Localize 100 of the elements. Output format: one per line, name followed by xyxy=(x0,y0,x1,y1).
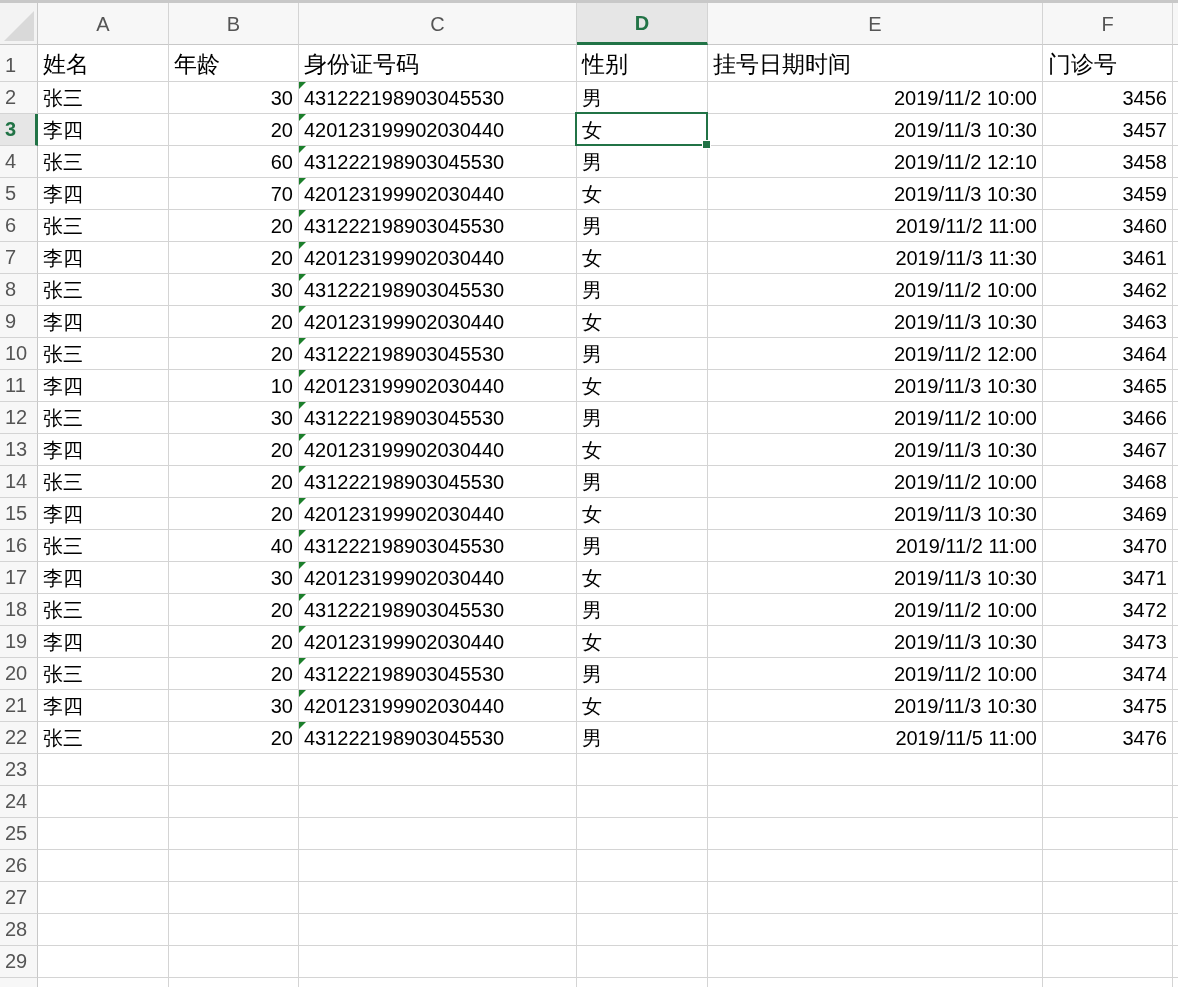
table-cell: 男 xyxy=(582,86,602,111)
table-cell: 2019/11/3 10:30 xyxy=(893,310,1037,335)
table-cell: 20 xyxy=(270,118,293,143)
table-cell: 张三 xyxy=(43,86,83,111)
table-cell: 3457 xyxy=(1122,118,1167,143)
table-cell: 2019/11/2 10:00 xyxy=(893,278,1037,303)
row-header[interactable]: 8 xyxy=(0,274,38,306)
row-header[interactable]: 29 xyxy=(0,946,38,978)
table-cell: 2019/11/2 11:00 xyxy=(895,214,1037,239)
row-header[interactable]: 19 xyxy=(0,626,38,658)
row-header[interactable]: 24 xyxy=(0,786,38,818)
table-cell: 3458 xyxy=(1122,150,1167,175)
table-cell: 男 xyxy=(582,534,602,559)
row-header[interactable]: 4 xyxy=(0,146,38,178)
row-header[interactable]: 7 xyxy=(0,242,38,274)
row-header[interactable]: 15 xyxy=(0,498,38,530)
table-cell: 2019/11/2 10:00 xyxy=(893,86,1037,111)
table-cell: 3467 xyxy=(1122,438,1167,463)
table-cell: 男 xyxy=(582,726,602,751)
column-header[interactable]: D xyxy=(577,3,708,45)
table-cell: 李四 xyxy=(43,694,83,719)
row-header[interactable]: 26 xyxy=(0,850,38,882)
table-cell: 2019/11/3 10:30 xyxy=(893,182,1037,207)
table-cell: 3476 xyxy=(1122,726,1167,751)
row-header[interactable]: 16 xyxy=(0,530,38,562)
table-cell: 女 xyxy=(582,502,602,527)
table-cell: 420123199902030440 xyxy=(304,502,505,527)
table-cell: 张三 xyxy=(43,278,83,303)
table-cell: 张三 xyxy=(43,342,83,367)
table-cell: 女 xyxy=(582,630,602,655)
error-indicator-icon xyxy=(299,626,306,633)
table-cell: 2019/11/2 10:00 xyxy=(893,598,1037,623)
table-cell: 2019/11/2 12:10 xyxy=(893,150,1037,175)
row-header[interactable]: 25 xyxy=(0,818,38,850)
row-header[interactable]: 3 xyxy=(0,114,38,146)
error-indicator-icon xyxy=(299,690,306,697)
error-indicator-icon xyxy=(299,498,306,505)
error-indicator-icon xyxy=(299,146,306,153)
row-header[interactable]: 14 xyxy=(0,466,38,498)
error-indicator-icon xyxy=(299,242,306,249)
row-header[interactable]: 12 xyxy=(0,402,38,434)
row-header[interactable]: 18 xyxy=(0,594,38,626)
table-cell: 420123199902030440 xyxy=(304,182,505,207)
row-header[interactable]: 21 xyxy=(0,690,38,722)
table-cell: 3461 xyxy=(1122,246,1167,271)
table-cell: 431222198903045530 xyxy=(304,86,505,111)
row-header[interactable]: 28 xyxy=(0,914,38,946)
table-cell: 3456 xyxy=(1122,86,1167,111)
error-indicator-icon xyxy=(299,306,306,313)
row-header[interactable]: 17 xyxy=(0,562,38,594)
column-header[interactable]: B xyxy=(169,3,299,45)
table-cell: 2019/11/3 10:30 xyxy=(893,566,1037,591)
table-cell: 420123199902030440 xyxy=(304,566,505,591)
table-cell: 420123199902030440 xyxy=(304,630,505,655)
row-header[interactable]: 20 xyxy=(0,658,38,690)
row-header[interactable]: 13 xyxy=(0,434,38,466)
row-header[interactable]: 5 xyxy=(0,178,38,210)
row-header[interactable]: 10 xyxy=(0,338,38,370)
column-header[interactable]: F xyxy=(1043,3,1173,45)
row-header[interactable]: 23 xyxy=(0,754,38,786)
table-cell: 3463 xyxy=(1122,310,1167,335)
table-cell: 2019/11/3 10:30 xyxy=(893,438,1037,463)
table-cell: 男 xyxy=(582,278,602,303)
table-cell: 男 xyxy=(582,406,602,431)
column-header[interactable]: A xyxy=(38,3,169,45)
table-cell: 张三 xyxy=(43,406,83,431)
table-cell: 431222198903045530 xyxy=(304,406,505,431)
table-cell: 420123199902030440 xyxy=(304,438,505,463)
table-cell: 2019/11/2 10:00 xyxy=(893,406,1037,431)
error-indicator-icon xyxy=(299,114,306,121)
table-cell: 2019/11/3 10:30 xyxy=(893,118,1037,143)
table-cell: 20 xyxy=(270,214,293,239)
row-header[interactable]: 2 xyxy=(0,82,38,114)
table-cell: 女 xyxy=(582,694,602,719)
table-cell: 40 xyxy=(270,534,293,559)
column-header[interactable]: C xyxy=(299,3,577,45)
row-header[interactable]: 1 xyxy=(0,45,38,82)
table-cell: 30 xyxy=(270,566,293,591)
table-cell: 431222198903045530 xyxy=(304,470,505,495)
table-cell: 30 xyxy=(270,278,293,303)
table-cell: 70 xyxy=(270,182,293,207)
column-title: 身份证号码 xyxy=(304,50,419,79)
table-cell: 张三 xyxy=(43,470,83,495)
table-cell: 张三 xyxy=(43,534,83,559)
cell-selection-outline[interactable] xyxy=(575,112,708,146)
table-cell: 张三 xyxy=(43,214,83,239)
column-header[interactable]: E xyxy=(708,3,1043,45)
row-header[interactable]: 22 xyxy=(0,722,38,754)
table-cell: 420123199902030440 xyxy=(304,246,505,271)
row-header[interactable]: 9 xyxy=(0,306,38,338)
table-cell: 2019/11/3 11:30 xyxy=(895,246,1037,271)
row-header[interactable]: 11 xyxy=(0,370,38,402)
table-cell: 女 xyxy=(582,118,602,143)
table-cell: 431222198903045530 xyxy=(304,150,505,175)
table-cell: 3465 xyxy=(1122,374,1167,399)
row-header[interactable]: 6 xyxy=(0,210,38,242)
table-cell: 431222198903045530 xyxy=(304,598,505,623)
table-cell: 3462 xyxy=(1122,278,1167,303)
row-header[interactable]: 27 xyxy=(0,882,38,914)
table-cell: 男 xyxy=(582,598,602,623)
